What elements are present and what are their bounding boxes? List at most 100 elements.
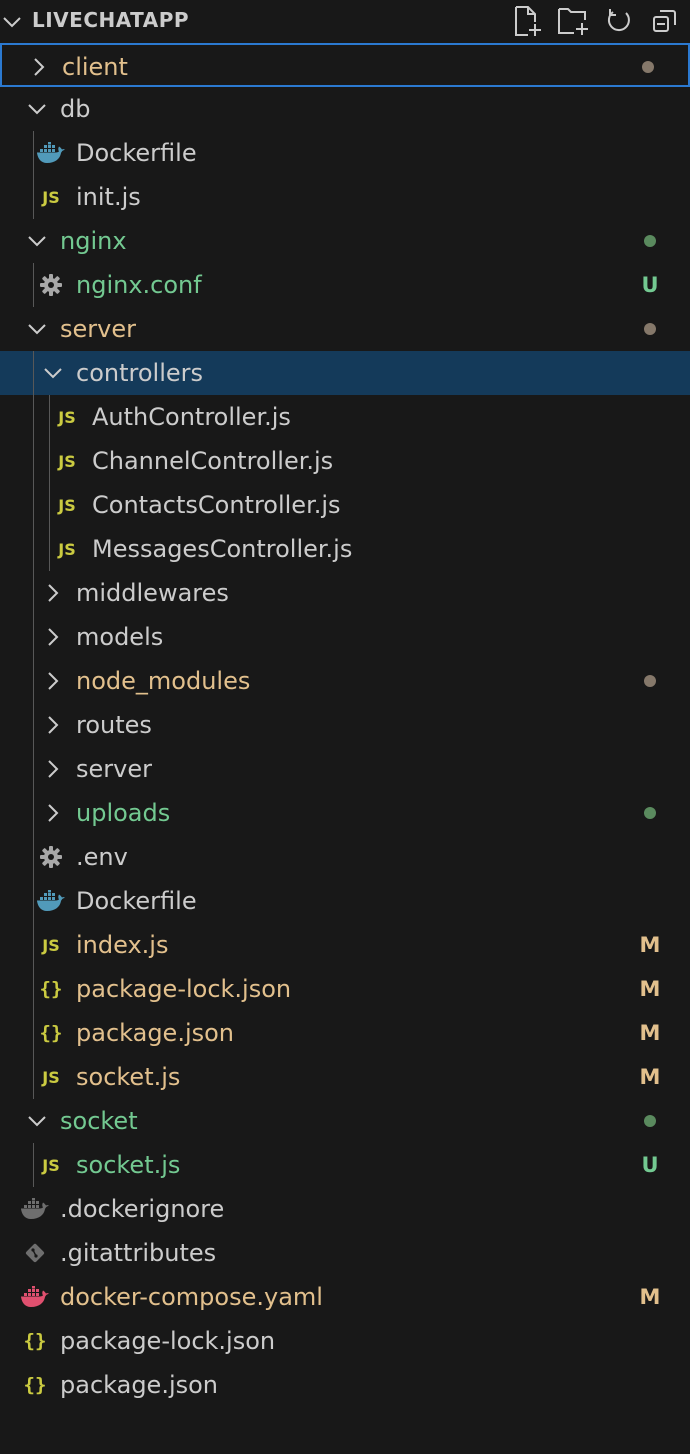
tree-row-file-index-js[interactable]: JS index.js M — [0, 923, 690, 967]
git-status-dot — [644, 323, 656, 335]
tree-item-label: .env — [76, 843, 128, 871]
git-status-badge: M — [639, 933, 661, 957]
git-icon — [20, 1231, 50, 1275]
javascript-file-icon: JS — [58, 495, 76, 515]
collapse-all-icon[interactable] — [648, 4, 682, 38]
indent-guide — [33, 791, 34, 835]
tree-item-label: client — [62, 53, 128, 81]
tree-row-folder-middlewares[interactable]: middlewares — [0, 571, 690, 615]
tree-item-label: socket — [60, 1107, 138, 1135]
indent-guide — [33, 571, 34, 615]
git-status-dot — [642, 61, 654, 73]
tree-row-file-socket-js[interactable]: JS socket.js M — [0, 1055, 690, 1099]
chevron-down-icon[interactable] — [22, 307, 52, 351]
javascript-file-icon: JS — [42, 1155, 60, 1175]
tree-item-label: routes — [76, 711, 152, 739]
git-status-badge: U — [641, 273, 659, 297]
chevron-right-icon[interactable] — [38, 747, 68, 791]
indent-guide — [33, 439, 34, 483]
tree-row-file-package-lock-json[interactable]: {} package-lock.json M — [0, 967, 690, 1011]
gear-icon — [36, 263, 66, 307]
tree-row-folder-nginx[interactable]: nginx — [0, 219, 690, 263]
tree-row-file-docker-compose-yaml[interactable]: docker-compose.yaml M — [0, 1275, 690, 1319]
tree-row-file-package-lock-json[interactable]: {} package-lock.json — [0, 1319, 690, 1363]
indent-guide — [49, 527, 50, 571]
indent-guide — [33, 615, 34, 659]
git-status-badge: M — [639, 977, 661, 1001]
tree-row-file-messagescontroller-js[interactable]: JS MessagesController.js — [0, 527, 690, 571]
git-status-dot — [644, 1115, 656, 1127]
tree-row-file-env[interactable]: .env — [0, 835, 690, 879]
chevron-right-icon[interactable] — [38, 571, 68, 615]
tree-row-file-authcontroller-js[interactable]: JS AuthController.js — [0, 395, 690, 439]
tree-row-folder-controllers[interactable]: controllers — [0, 351, 690, 395]
chevron-right-icon[interactable] — [38, 659, 68, 703]
indent-guide — [33, 131, 34, 175]
chevron-down-icon[interactable] — [22, 87, 52, 131]
git-status-badge: M — [639, 1021, 661, 1045]
javascript-file-icon: JS — [58, 539, 76, 559]
tree-row-folder-routes[interactable]: routes — [0, 703, 690, 747]
docker-icon — [36, 879, 66, 923]
file-tree: client db Dockerfile JS init.js nginx nginx.co… — [0, 43, 690, 1407]
tree-row-folder-models[interactable]: models — [0, 615, 690, 659]
tree-row-folder-uploads[interactable]: uploads — [0, 791, 690, 835]
tree-row-file-gitattributes[interactable]: .gitattributes — [0, 1231, 690, 1275]
chevron-down-icon[interactable] — [22, 1099, 52, 1143]
tree-row-file-channelcontroller-js[interactable]: JS ChannelController.js — [0, 439, 690, 483]
tree-row-folder-client[interactable]: client — [0, 43, 690, 87]
tree-item-label: uploads — [76, 799, 171, 827]
indent-guide — [33, 483, 34, 527]
tree-row-file-package-json[interactable]: {} package.json M — [0, 1011, 690, 1055]
chevron-down-icon[interactable] — [0, 10, 24, 34]
tree-row-file-socket-js[interactable]: JS socket.js U — [0, 1143, 690, 1187]
tree-item-label: nginx.conf — [76, 271, 202, 299]
chevron-right-icon[interactable] — [38, 791, 68, 835]
javascript-file-icon: JS — [42, 935, 60, 955]
chevron-right-icon[interactable] — [38, 615, 68, 659]
tree-row-file-package-json[interactable]: {} package.json — [0, 1363, 690, 1407]
chevron-down-icon[interactable] — [38, 351, 68, 395]
tree-row-folder-socket[interactable]: socket — [0, 1099, 690, 1143]
tree-item-label: node_modules — [76, 667, 251, 695]
chevron-right-icon[interactable] — [24, 45, 54, 89]
indent-guide — [33, 879, 34, 923]
tree-row-folder-node-modules[interactable]: node_modules — [0, 659, 690, 703]
workspace-title[interactable]: LIVECHATAPP — [32, 8, 189, 32]
tree-item-label: db — [60, 95, 91, 123]
json-file-icon: {} — [39, 978, 63, 1000]
tree-item-label: index.js — [76, 931, 169, 959]
refresh-icon[interactable] — [602, 4, 636, 38]
tree-item-label: docker-compose.yaml — [60, 1283, 323, 1311]
tree-item-label: package.json — [76, 1019, 235, 1047]
new-folder-icon[interactable] — [556, 4, 590, 38]
tree-item-label: socket.js — [76, 1063, 181, 1091]
javascript-file-icon: JS — [58, 407, 76, 427]
javascript-file-icon: JS — [58, 451, 76, 471]
git-status-dot — [644, 675, 656, 687]
tree-row-file-init-js[interactable]: JS init.js — [0, 175, 690, 219]
tree-row-folder-db[interactable]: db — [0, 87, 690, 131]
tree-row-file-nginx-conf[interactable]: nginx.conf U — [0, 263, 690, 307]
tree-row-file-dockerfile[interactable]: Dockerfile — [0, 131, 690, 175]
chevron-right-icon[interactable] — [38, 703, 68, 747]
new-file-icon[interactable] — [510, 4, 544, 38]
tree-item-label: controllers — [76, 359, 203, 387]
tree-row-folder-server[interactable]: server — [0, 307, 690, 351]
git-status-badge: M — [639, 1065, 661, 1089]
tree-row-file-dockerignore[interactable]: .dockerignore — [0, 1187, 690, 1231]
javascript-file-icon: JS — [42, 1067, 60, 1087]
git-status-badge: M — [639, 1285, 661, 1309]
tree-item-label: middlewares — [76, 579, 229, 607]
indent-guide — [49, 395, 50, 439]
tree-row-folder-server[interactable]: server — [0, 747, 690, 791]
json-file-icon: {} — [39, 1022, 63, 1044]
tree-item-label: init.js — [76, 183, 141, 211]
indent-guide — [33, 747, 34, 791]
tree-item-label: package-lock.json — [60, 1327, 276, 1355]
indent-guide — [33, 923, 34, 967]
indent-guide — [33, 835, 34, 879]
tree-row-file-dockerfile[interactable]: Dockerfile — [0, 879, 690, 923]
tree-row-file-contactscontroller-js[interactable]: JS ContactsController.js — [0, 483, 690, 527]
chevron-down-icon[interactable] — [22, 219, 52, 263]
